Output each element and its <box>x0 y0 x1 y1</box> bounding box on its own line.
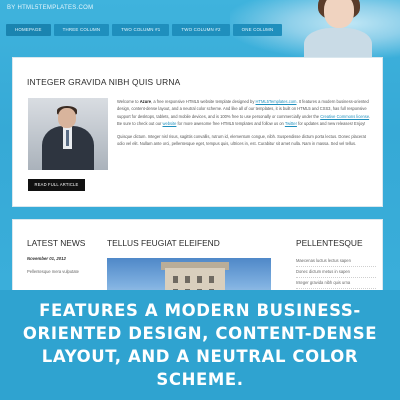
latest-news-title: LATEST NEWS <box>27 238 86 248</box>
article-paragraph-2: Quisque dictum. Integer nisl risus, sagi… <box>117 133 366 147</box>
caption-text: FEATURES A MODERN BUSINESS-ORIENTED DESI… <box>22 301 378 389</box>
html5templates-link[interactable]: HTML5Templates.com <box>256 99 297 104</box>
caption-band: FEATURES A MODERN BUSINESS-ORIENTED DESI… <box>0 290 400 400</box>
nav-item-two-column-2[interactable]: TWO COLUMN #2 <box>172 24 230 36</box>
list-item[interactable]: Integer gravida nibh quis urna <box>296 278 376 289</box>
pellentesque-list: Maecenas luctus lectus sapen Donec dictu… <box>296 256 376 289</box>
featured-image[interactable] <box>107 258 271 290</box>
website-link[interactable]: website <box>163 121 177 126</box>
twitter-link[interactable]: Twitter <box>285 121 297 126</box>
featured-title: TELLUS FEUGIAT ELEIFEND <box>107 238 220 248</box>
creative-commons-link[interactable]: Creative Commons license <box>320 114 369 119</box>
nav-item-two-column-1[interactable]: TWO COLUMN #1 <box>112 24 170 36</box>
main-article-panel: INTEGER GRAVIDA NIBH QUIS URNA Welcome t… <box>12 57 383 207</box>
brand-name: Azure <box>139 99 152 104</box>
list-item[interactable]: Maecenas luctus lectus sapen <box>296 256 376 267</box>
list-item[interactable]: Donec dictum metus in sapen <box>296 267 376 278</box>
main-nav: HOMEPAGE THREE COLUMN TWO COLUMN #1 TWO … <box>6 24 283 36</box>
nav-item-three-column[interactable]: THREE COLUMN <box>53 24 110 36</box>
news-date: November 01, 2012 <box>27 256 66 261</box>
template-screenshot: BY HTML5TEMPLATES.COM HOMEPAGE THREE COL… <box>0 0 400 290</box>
site-url[interactable]: BY HTML5TEMPLATES.COM <box>7 5 93 11</box>
article-body: Welcome to Azure, a free responsive HTML… <box>117 98 373 147</box>
nav-item-one-column[interactable]: ONE COLUMN <box>232 24 283 36</box>
lower-panel: LATEST NEWS November 01, 2012 Pellentesq… <box>12 219 383 290</box>
news-excerpt: Pellentesque mera vulputate <box>27 269 79 274</box>
read-full-article-button[interactable]: READ FULL ARTICLE <box>28 179 85 191</box>
nav-item-homepage[interactable]: HOMEPAGE <box>6 24 51 36</box>
pellentesque-title: PELLENTESQUE <box>296 238 363 248</box>
article-title: INTEGER GRAVIDA NIBH QUIS URNA <box>27 77 181 87</box>
article-paragraph-1: Welcome to Azure, a free responsive HTML… <box>117 99 371 127</box>
article-photo <box>28 98 108 170</box>
